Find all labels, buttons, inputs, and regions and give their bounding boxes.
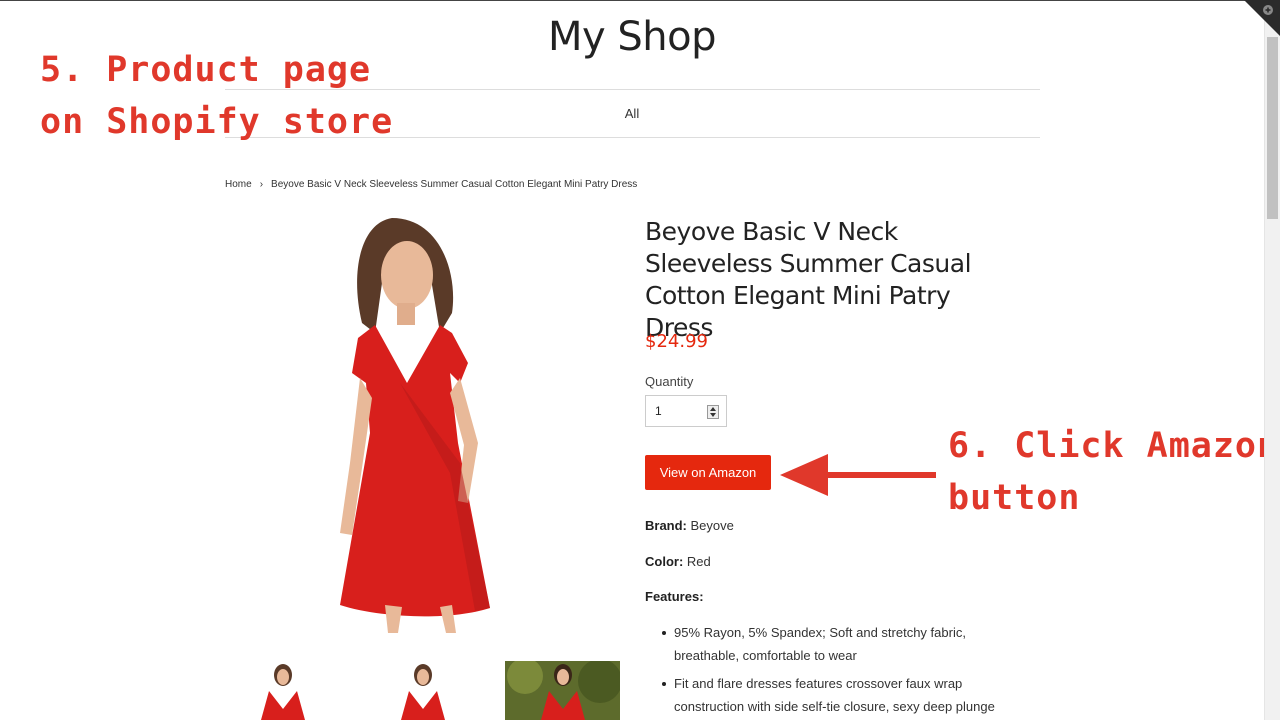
brand-row: Brand: Beyove <box>645 518 734 533</box>
brand-value: Beyove <box>690 518 734 533</box>
quantity-value[interactable]: 1 <box>655 404 662 418</box>
product-thumbnail-2[interactable] <box>365 661 480 720</box>
scrollbar-thumb[interactable] <box>1267 37 1278 219</box>
breadcrumb: Home › Beyove Basic V Neck Sleeveless Summ… <box>225 179 637 190</box>
brand-label: Brand: <box>645 518 687 533</box>
product-price: $24.99 <box>645 331 708 352</box>
annotation-step-6: 6. Click Amazon button <box>948 426 1280 518</box>
window-top-border <box>0 0 1264 1</box>
list-item: 95% Rayon, 5% Spandex; Soft and stretchy… <box>661 621 1021 667</box>
breadcrumb-current: Beyove Basic V Neck Sleeveless Summer Ca… <box>271 179 638 190</box>
features-heading: Features: <box>645 589 704 604</box>
plus-icon[interactable] <box>1244 0 1280 36</box>
product-title: Beyove Basic V Neck Sleeveless Summer Ca… <box>645 217 972 342</box>
breadcrumb-home-link[interactable]: Home <box>225 179 252 190</box>
color-value: Red <box>686 554 711 569</box>
spinner-arrows-icon[interactable] <box>707 405 719 419</box>
quantity-stepper[interactable]: 1 <box>645 395 727 427</box>
left-arrow-icon <box>780 454 936 496</box>
page-scrollbar[interactable] <box>1264 0 1280 720</box>
product-thumbnail-3[interactable] <box>505 661 620 720</box>
quantity-label: Quantity <box>645 374 694 389</box>
chevron-right-icon: › <box>259 179 264 190</box>
product-main-image[interactable] <box>300 213 570 638</box>
color-label: Color: <box>645 554 684 569</box>
nav-item-all[interactable]: All <box>600 106 664 121</box>
features-list: 95% Rayon, 5% Spandex; Soft and stretchy… <box>661 621 1021 723</box>
list-item: Fit and flare dresses features crossover… <box>661 672 1021 718</box>
product-thumbnail-1[interactable] <box>225 661 340 720</box>
color-row: Color: Red <box>645 554 711 569</box>
annotation-step-5: 5. Product page on Shopify store <box>40 50 394 142</box>
view-on-amazon-button[interactable]: View on Amazon <box>645 455 771 490</box>
